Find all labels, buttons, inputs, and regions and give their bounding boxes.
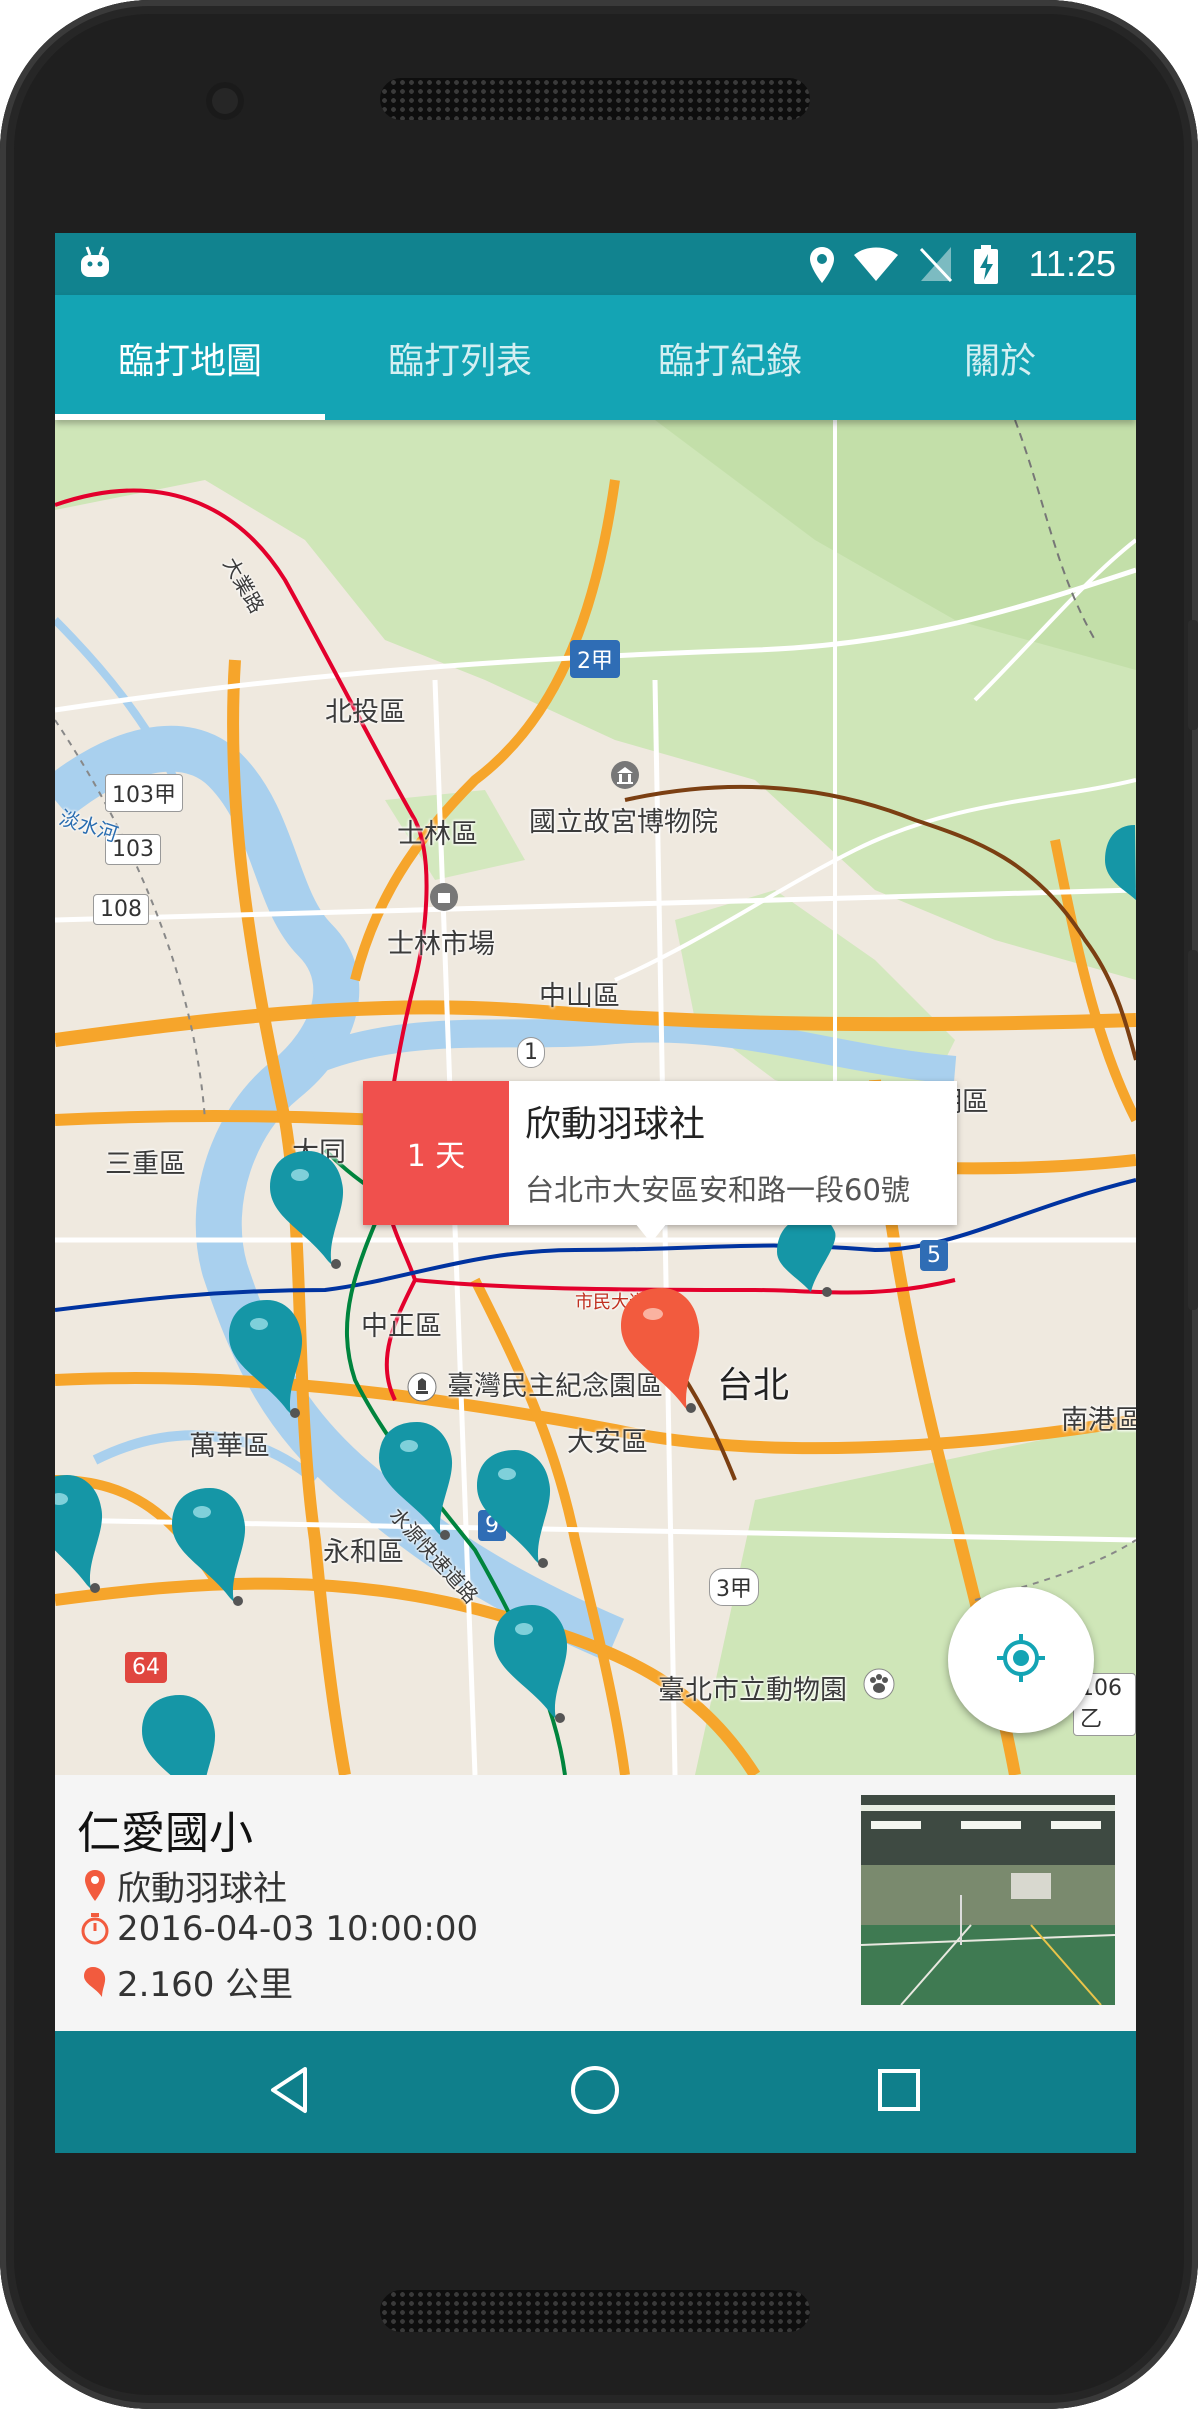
system-nav-bar [55, 2031, 1136, 2153]
map-label-wanhua: 萬華區 [189, 1431, 270, 1462]
map-label-beitou: 北投區 [325, 697, 406, 728]
screen: 11:25 臨打地圖 臨打列表 臨打紀錄 關於 2甲 103甲 103 108 … [55, 233, 1136, 2153]
map-label-shimin: 市民大道路 [575, 1292, 665, 1313]
android-icon [75, 243, 115, 287]
map-label-museum: 國立故宮博物院 [529, 807, 718, 838]
session-datetime: 2016-04-03 10:00:00 [117, 1909, 479, 1949]
status-time: 11:25 [1028, 243, 1116, 284]
map-label-nangang: 南港區 [1061, 1405, 1136, 1436]
tab-map[interactable]: 臨打地圖 [55, 295, 325, 420]
route-shield: 108 [93, 894, 149, 925]
map-label-datong: 大同 [292, 1137, 346, 1168]
map-label-shilin: 士林區 [397, 819, 478, 850]
datetime-row: 2016-04-03 10:00:00 [77, 1909, 478, 1949]
court-name: 仁愛國小 [77, 1808, 253, 1859]
power-button [1188, 620, 1198, 730]
tab-bar: 臨打地圖 臨打列表 臨打紀錄 關於 [55, 295, 1136, 420]
days-badge: 1 天 [363, 1081, 509, 1225]
location-pin-icon [807, 245, 837, 289]
back-button[interactable] [229, 2031, 349, 2153]
recents-icon [876, 2067, 922, 2117]
map-label-zhongshan: 中山區 [539, 981, 620, 1012]
stopwatch-icon [77, 1912, 113, 1946]
battery-charging-icon [973, 245, 999, 289]
route-shield: 1 [517, 1037, 545, 1068]
info-window-address: 台北市大安區安和路一段60號 [525, 1173, 910, 1207]
back-icon [267, 2065, 311, 2119]
info-window-pointer [635, 1223, 667, 1243]
distance: 2.160 公里 [117, 1965, 294, 2005]
map-label-memorial: 臺灣民主紀念園區 [447, 1371, 663, 1402]
crosshair-icon [993, 1630, 1049, 1690]
home-button[interactable] [535, 2031, 655, 2153]
club-name: 欣動羽球社 [117, 1869, 287, 1909]
route-shield: 3甲 [709, 1568, 759, 1606]
tab-about[interactable]: 關於 [865, 295, 1135, 420]
map-label-shilin-market: 士林市場 [387, 929, 495, 960]
route-shield: 9 [478, 1510, 506, 1541]
tab-indicator [55, 414, 325, 420]
club-row: 欣動羽球社 [77, 1861, 287, 1910]
map-label-yonghe: 永和區 [323, 1537, 404, 1568]
map-label-taipei: 台北 [717, 1365, 790, 1406]
court-photo[interactable] [861, 1795, 1115, 2005]
map-label-zoo: 臺北市立動物園 [658, 1675, 847, 1706]
bottom-speaker [380, 2290, 810, 2332]
home-icon [569, 2064, 621, 2120]
distance-row: 2.160 公里 [77, 1957, 293, 2006]
route-shield: 5 [920, 1240, 948, 1271]
recents-button[interactable] [839, 2031, 959, 2153]
status-bar: 11:25 [55, 233, 1136, 295]
location-pin-icon [77, 1869, 113, 1903]
top-speaker [380, 78, 810, 120]
my-location-button[interactable] [948, 1587, 1094, 1733]
route-shield: 2甲 [570, 640, 620, 678]
no-signal-icon [919, 245, 953, 287]
tab-records[interactable]: 臨打紀錄 [595, 295, 865, 420]
map-label-zhongzheng: 中正區 [361, 1311, 442, 1342]
map-label-daan: 大安區 [567, 1427, 648, 1458]
route-shield: 64 [125, 1652, 167, 1683]
front-camera [206, 82, 244, 120]
route-shield: 103甲 [105, 774, 183, 812]
marker-icon [77, 1965, 113, 1999]
volume-button [1188, 950, 1198, 1310]
info-window-title: 欣動羽球社 [525, 1104, 706, 1145]
marker-info-window[interactable]: 1 天 欣動羽球社 台北市大安區安和路一段60號 [363, 1081, 957, 1225]
court-detail-card[interactable]: 仁愛國小 欣動羽球社 2016-04-03 10:00:00 2.160 公里 [55, 1775, 1136, 2031]
wifi-icon [853, 245, 899, 287]
phone-frame: 11:25 臨打地圖 臨打列表 臨打紀錄 關於 2甲 103甲 103 108 … [0, 0, 1198, 2409]
map-label-sanchong: 三重區 [105, 1149, 186, 1180]
tab-list[interactable]: 臨打列表 [325, 295, 595, 420]
